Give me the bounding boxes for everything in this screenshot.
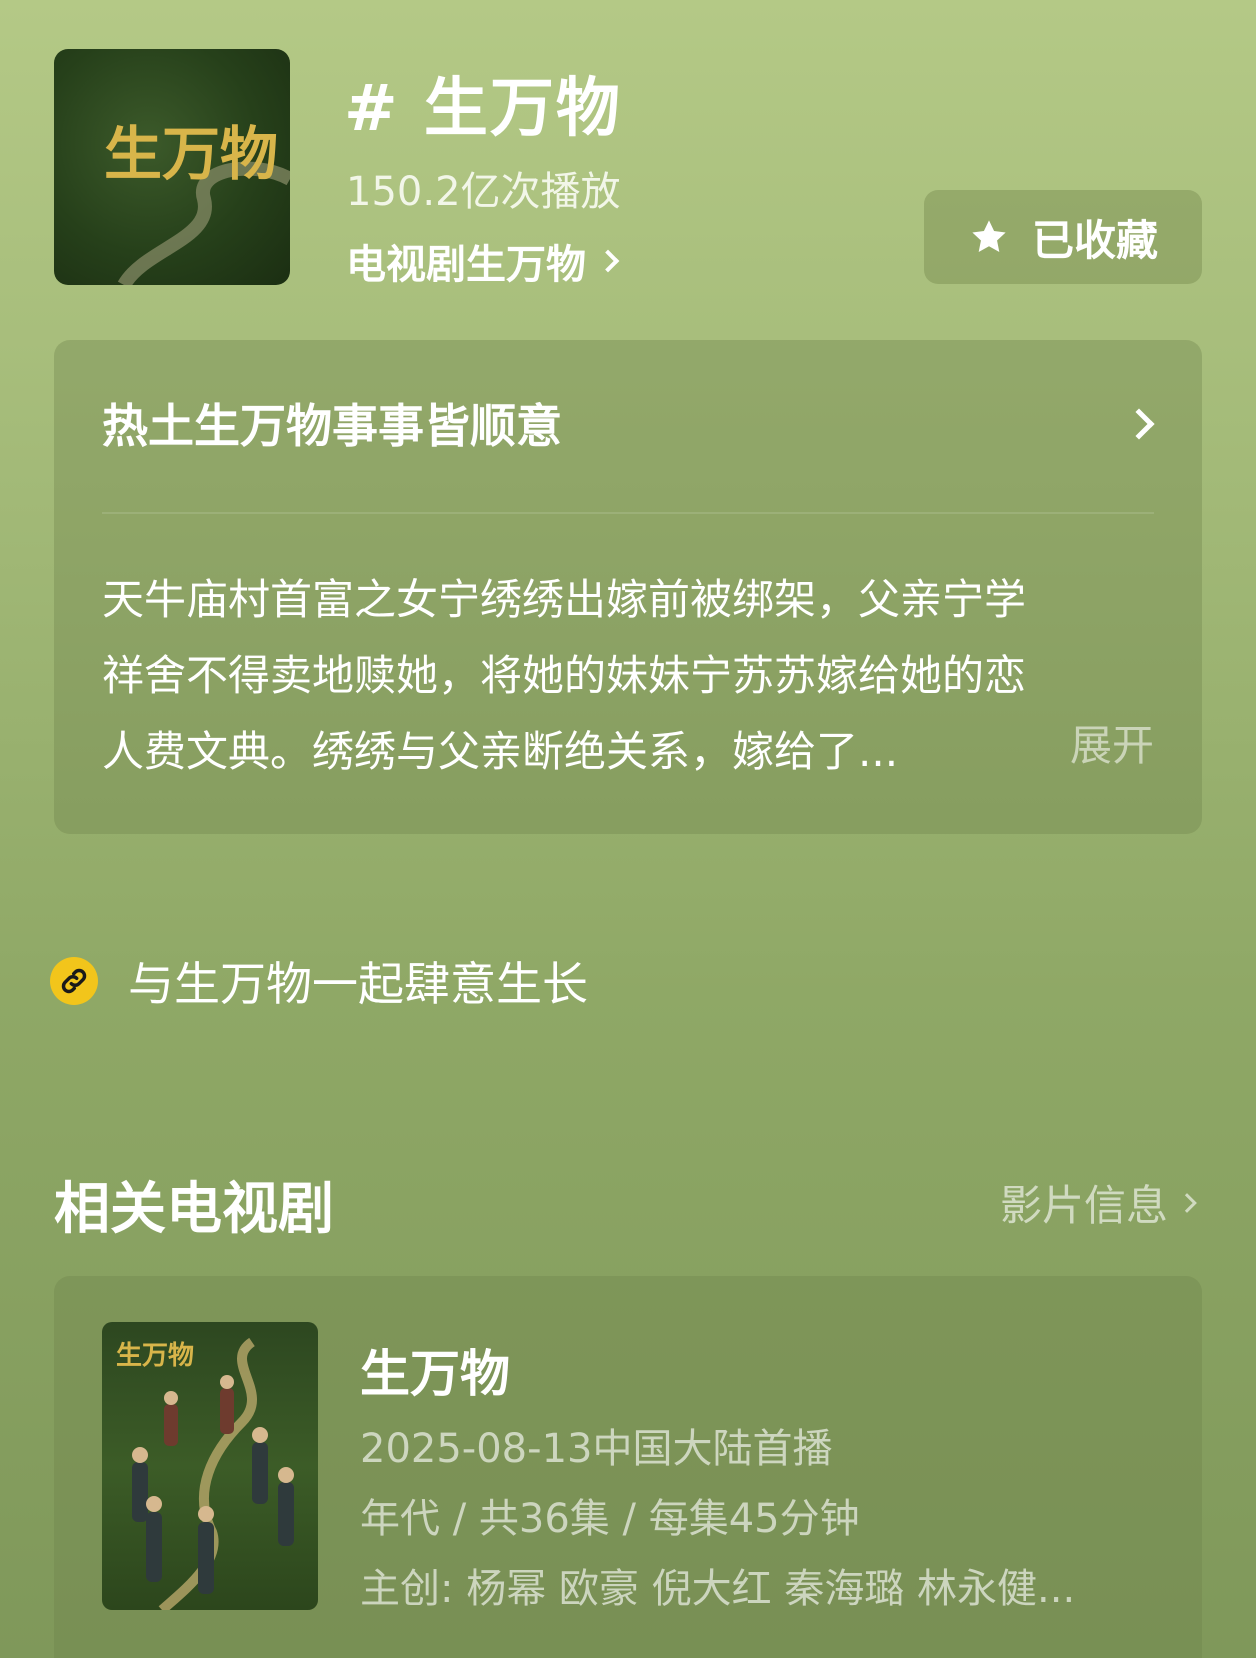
- related-drama-card[interactable]: 生万物 生万物 2025-08-13中国大陆首播 年代 / 共36集 / 每集4…: [54, 1276, 1202, 1658]
- hyperlink-row[interactable]: 与生万物一起肆意生长: [50, 948, 588, 1014]
- topic-title: # 生万物: [344, 72, 622, 146]
- drama-poster-image[interactable]: 生万物: [102, 1322, 318, 1610]
- related-section-title: 相关电视剧: [54, 1177, 334, 1242]
- description-text: 天牛庙村首富之女宁绣绣出嫁前被绑架，父亲宁学 祥舍不得卖地赎她，将她的妹妹宁苏苏…: [102, 562, 1152, 790]
- play-count: 150.2亿次播放: [346, 169, 621, 215]
- divider: [102, 512, 1154, 514]
- star-icon: [972, 220, 1006, 253]
- drama-name[interactable]: 生万物: [360, 1334, 510, 1406]
- description-line: 祥舍不得卖地赎她，将她的妹妹宁苏苏嫁给她的恋: [102, 651, 1027, 700]
- description-title[interactable]: 热土生万物事事皆顺意: [102, 390, 562, 456]
- chevron-right-icon: [596, 249, 620, 273]
- chevron-right-icon[interactable]: [1123, 408, 1155, 440]
- topic-cover-image[interactable]: 生万物: [54, 49, 290, 285]
- description-line: 天牛庙村首富之女宁绣绣出嫁前被绑架，父亲宁学: [102, 575, 1027, 624]
- favorite-button[interactable]: 已收藏: [924, 190, 1202, 284]
- film-info-label: 影片信息: [999, 1181, 1168, 1230]
- drama-cast: 主创: 杨幂 欧豪 倪大红 秦海璐 林永健...: [360, 1566, 1076, 1612]
- svg-text:生万物: 生万物: [116, 1341, 194, 1371]
- drama-link-label: 电视剧生万物: [346, 242, 586, 288]
- drama-info: 年代 / 共36集 / 每集45分钟: [360, 1496, 860, 1542]
- topic-header: 生万物 # 生万物 150.2亿次播放 电视剧生万物 已收藏: [54, 49, 1202, 288]
- description-card: 热土生万物事事皆顺意 天牛庙村首富之女宁绣绣出嫁前被绑架，父亲宁学 祥舍不得卖地…: [54, 340, 1202, 834]
- drama-link[interactable]: 电视剧生万物: [346, 232, 620, 290]
- expand-button[interactable]: 展开: [1070, 712, 1154, 773]
- hyperlink-text: 与生万物一起肆意生长: [128, 957, 588, 1011]
- favorite-label: 已收藏: [1031, 215, 1158, 265]
- description-line: 人费文典。绣绣与父亲断绝关系，嫁给了...: [102, 727, 899, 776]
- chevron-right-icon: [1177, 1192, 1197, 1213]
- drama-premiere: 2025-08-13中国大陆首播: [360, 1426, 833, 1472]
- cover-logo-text: 生万物: [104, 120, 278, 188]
- link-icon: [50, 957, 98, 1005]
- film-info-link[interactable]: 影片信息: [999, 1172, 1197, 1233]
